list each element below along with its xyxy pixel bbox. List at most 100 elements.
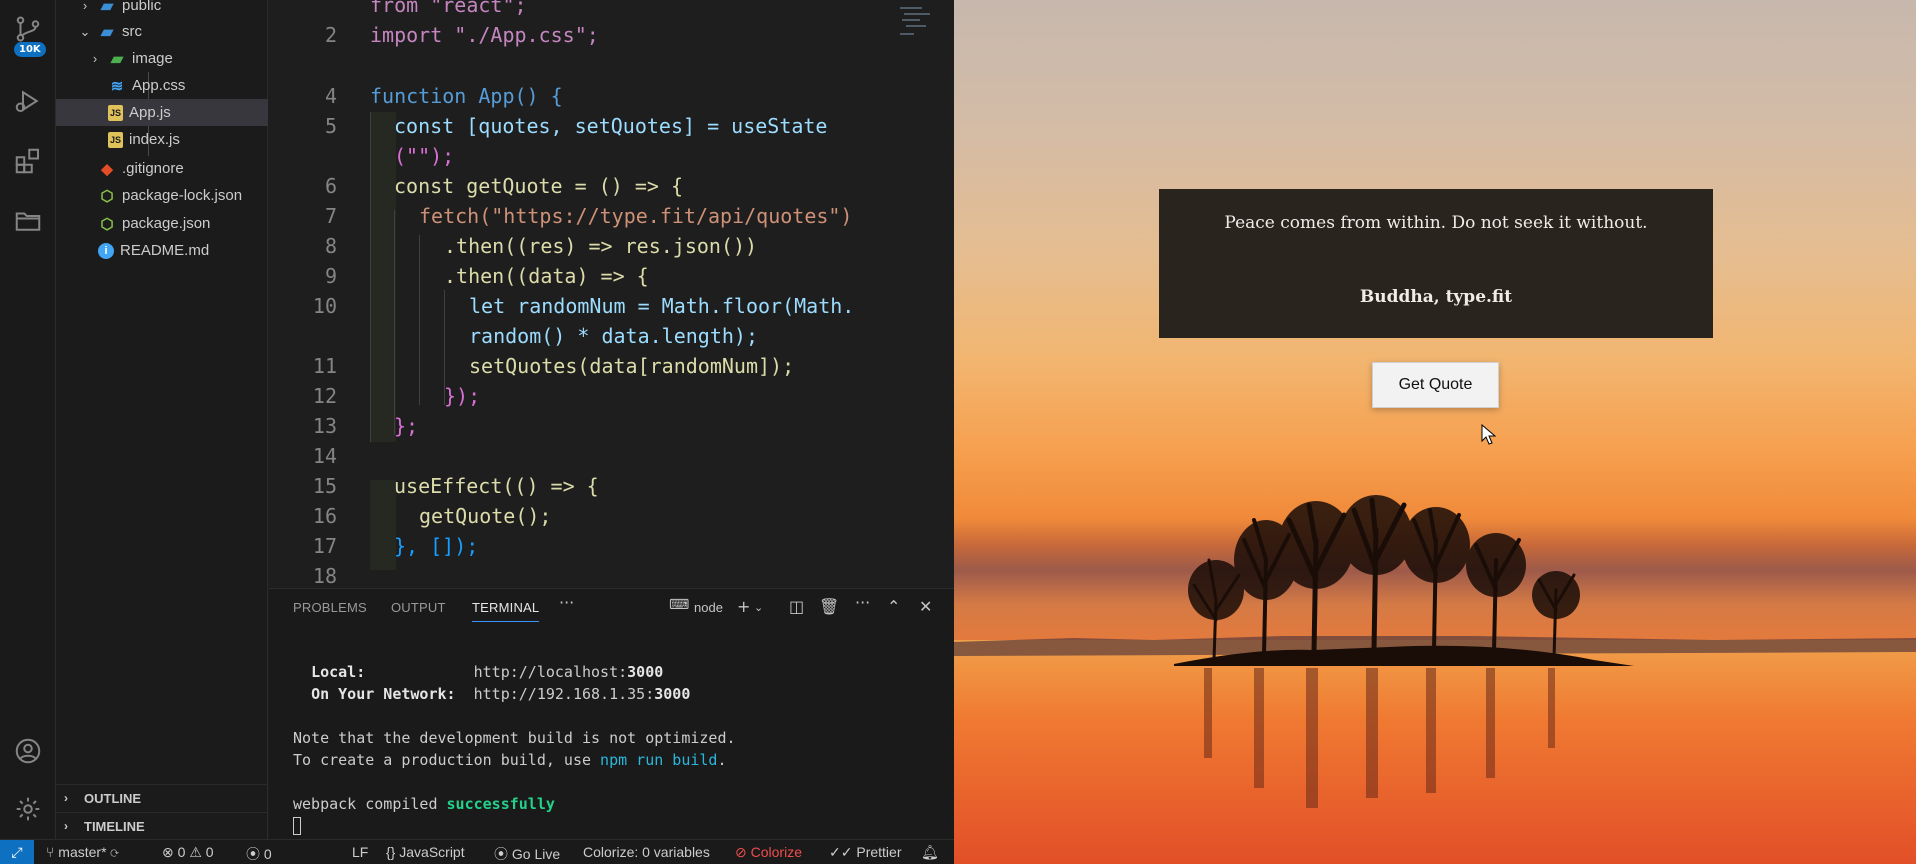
tab-output[interactable]: OUTPUT [391, 600, 446, 615]
tree-folder-src[interactable]: ⌄ ▰ src [56, 18, 268, 45]
eol-status[interactable]: LF [352, 844, 368, 860]
info-icon: i [98, 242, 114, 259]
tree-file-app-css[interactable]: ≋ App.css [56, 72, 268, 99]
code-line: const getQuote = () => { [394, 174, 683, 198]
folder-icon: ▰ [100, 0, 114, 15]
colorize-button[interactable]: ⊘ Colorize [735, 844, 802, 861]
extensions-icon[interactable] [0, 136, 56, 186]
code-text: }; [394, 414, 419, 438]
line-number: 18 [312, 564, 337, 588]
get-quote-button[interactable]: Get Quote [1372, 362, 1499, 408]
image-folder-icon: ▰ [110, 50, 124, 68]
code-line: getQuote(); [419, 504, 551, 528]
line-number: 2 [324, 23, 337, 47]
terminal-text: 3000 [627, 663, 664, 681]
code-line: setQuotes(data[randomNum]); [469, 354, 794, 378]
node-json-icon: ⬡ [100, 187, 114, 205]
mouse-cursor-icon [1481, 424, 1497, 445]
code-text: .then((res) => res.json()) [444, 234, 758, 258]
code-line: .then((res) => res.json()) [444, 234, 757, 258]
indent-guide [394, 210, 395, 435]
tree-label: public [122, 0, 162, 14]
indent-guide [370, 112, 371, 442]
chevron-right-icon: › [92, 51, 98, 66]
tree-file-index-js[interactable]: JS index.js [56, 126, 268, 153]
line-number: 10 [312, 294, 337, 318]
close-panel-icon[interactable]: ✕ [919, 597, 932, 616]
run-debug-icon[interactable] [0, 76, 56, 126]
tree-file-app-js[interactable]: JS App.js [56, 99, 268, 126]
more-actions-icon[interactable]: ··· [559, 593, 574, 612]
remote-indicator-icon[interactable]: ⤢ [0, 840, 34, 864]
timeline-section-header[interactable]: › TIMELINE [56, 812, 268, 839]
tab-terminal[interactable]: TERMINAL [472, 600, 540, 622]
code-line: }); [444, 384, 480, 408]
broadcast-icon: ⦿ [494, 846, 508, 862]
colorize-variables-status[interactable]: Colorize: 0 variables [583, 844, 710, 860]
code-line: from "react"; [370, 0, 527, 17]
code-text: .then((data) => { [444, 264, 649, 288]
trash-icon[interactable]: 🗑 [819, 597, 839, 616]
tree-label: App.js [129, 104, 171, 121]
code-editor[interactable]: 2 4 5 6 7 8 9 10 11 12 13 14 15 16 17 18… [269, 0, 954, 588]
prettier-label: Prettier [856, 844, 902, 860]
code-text: let randomNum = Math.floor(Math. [469, 294, 855, 318]
tree-file-readme[interactable]: i README.md [56, 237, 268, 264]
settings-gear-icon[interactable] [0, 784, 56, 834]
double-check-icon: ✓✓ [829, 844, 853, 860]
quote-text: Peace comes from within. Do not seek it … [1224, 213, 1648, 233]
minimap[interactable] [898, 4, 932, 40]
code-text: from "react"; [370, 0, 527, 17]
tree-label: src [122, 23, 142, 40]
code-text: const getQuote = () => { [394, 174, 683, 198]
line-number: 9 [324, 264, 337, 288]
go-live-button[interactable]: ⦿ Go Live [494, 844, 560, 864]
browser-preview: Peace comes from within. Do not seek it … [954, 0, 1916, 864]
folder-open-icon: ▰ [100, 23, 114, 41]
split-terminal-icon[interactable]: ◫ [789, 597, 804, 616]
tree-file-gitignore[interactable]: ◆ .gitignore [56, 155, 268, 182]
timeline-label: TIMELINE [84, 818, 145, 834]
css-file-icon: ≋ [110, 77, 124, 95]
code-text: const [quotes, setQuotes] = useState [394, 114, 828, 138]
tab-problems[interactable]: PROBLEMS [293, 600, 367, 615]
code-line: fetch("https://type.fit/api/quotes") [419, 204, 852, 228]
code-text: random() * data.length); [469, 324, 758, 348]
terminal-cursor[interactable] [293, 817, 301, 835]
problems-status[interactable]: ⊗ 0 ⚠ 0 [162, 844, 214, 861]
terminal-text: http://192.168.1.35: [473, 685, 655, 703]
account-icon[interactable] [0, 726, 56, 776]
tree-file-package-lock[interactable]: ⬡ package-lock.json [56, 182, 268, 209]
outline-section-header[interactable]: › OUTLINE [56, 784, 268, 811]
language-status[interactable]: {} JavaScript [386, 844, 465, 860]
tree-label: App.css [132, 77, 186, 94]
line-number: 6 [324, 174, 337, 198]
terminal-name[interactable]: node [694, 600, 723, 615]
indent-highlight [370, 480, 396, 570]
line-number: 8 [324, 234, 337, 258]
tree-folder-public[interactable]: › ▰ public [56, 0, 268, 19]
terminal-text: To create a production build, use [293, 751, 601, 769]
prettier-status[interactable]: ✓✓ Prettier [829, 844, 901, 861]
maximize-panel-icon[interactable]: ⌃ [887, 597, 900, 616]
tree-folder-image[interactable]: › ▰ image [56, 45, 268, 72]
tree-file-package-json[interactable]: ⬡ package.json [56, 210, 268, 237]
terminal-build-line: To create a production build, use npm ru… [293, 751, 726, 769]
chevron-down-icon[interactable]: ⌄ [754, 601, 763, 614]
tree-label: .gitignore [122, 160, 184, 177]
explorer-folder-icon[interactable] [0, 196, 56, 246]
terminal-text: 3000 [654, 685, 691, 703]
code-line: const [quotes, setQuotes] = useState [394, 114, 827, 138]
ports-status[interactable]: ⦿ 0 [246, 844, 272, 864]
code-line: useEffect(() => { [394, 474, 599, 498]
line-number: 12 [312, 384, 337, 408]
tree-label: image [132, 50, 173, 67]
tree-label: index.js [129, 131, 180, 148]
branch-status[interactable]: ⑂ master* ⟳ [46, 844, 119, 860]
new-terminal-plus-icon[interactable]: + [737, 597, 750, 616]
go-live-label: Go Live [511, 846, 561, 862]
terminal-text: Local: [311, 663, 366, 681]
tree-label: package.json [122, 215, 211, 232]
notifications-bell-icon[interactable]: 🔔︎ [921, 844, 939, 861]
more-actions-icon[interactable]: ··· [855, 593, 870, 612]
